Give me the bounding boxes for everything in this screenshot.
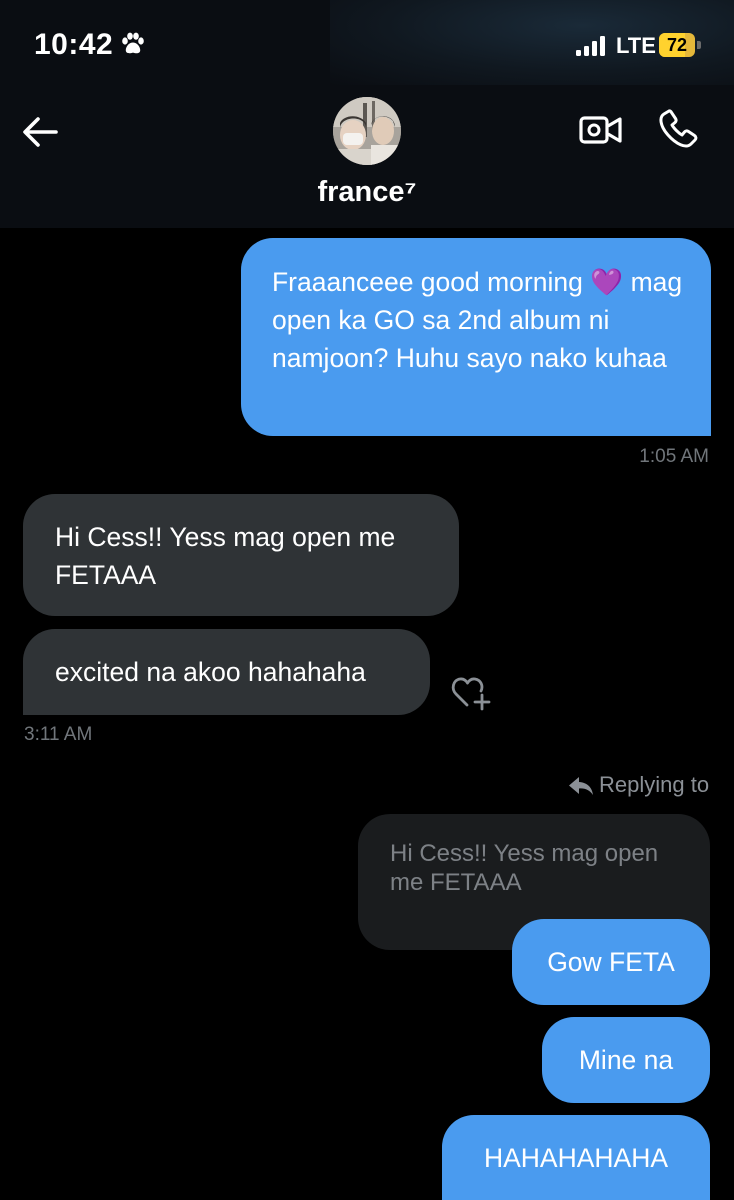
message-bubble-outgoing[interactable]: Mine na (542, 1017, 710, 1103)
message-text: Hi Cess!! Yess mag open me FETAAA (55, 522, 396, 590)
message-timestamp: 3:11 AM (24, 724, 93, 745)
back-arrow-icon[interactable] (18, 110, 62, 154)
reply-arrow-icon (569, 777, 593, 795)
message-bubble-incoming[interactable]: excited na akoo hahahaha (23, 629, 430, 715)
conversation-header: france⁷ (0, 90, 734, 228)
message-bubble-outgoing[interactable]: HAHAHAHAHA (442, 1115, 710, 1200)
battery-cap (697, 41, 701, 49)
add-reaction-heart-icon[interactable] (450, 672, 492, 712)
network-type-label: LTE (616, 33, 656, 58)
message-text: excited na akoo hahahaha (55, 657, 366, 687)
battery-indicator: 72 (659, 33, 703, 57)
video-camera-icon[interactable] (578, 110, 624, 150)
avatar-image (333, 97, 401, 165)
message-text: Gow FETA (547, 947, 675, 977)
contact-name[interactable]: france⁷ (0, 176, 734, 209)
phone-icon[interactable] (655, 106, 701, 152)
message-bubble-incoming[interactable]: Hi Cess!! Yess mag open me FETAAA (23, 494, 459, 616)
message-bubble-outgoing[interactable]: Gow FETA (512, 919, 710, 1005)
battery-body: 72 (659, 33, 695, 57)
quoted-message-text: Hi Cess!! Yess mag open me FETAAA (390, 840, 659, 896)
paw-icon (122, 32, 144, 54)
message-bubble-outgoing[interactable]: Fraaanceee good morning 💜 mag open ka GO… (241, 238, 711, 436)
message-text: Fraaanceee good morning 💜 mag open ka GO… (272, 267, 683, 373)
battery-percentage: 72 (666, 35, 688, 55)
message-text: HAHAHAHAHA (483, 1143, 669, 1173)
status-bar: 10:42 LTE 72 (0, 0, 734, 90)
message-timestamp: 1:05 AM (639, 446, 709, 467)
message-text: Mine na (578, 1045, 674, 1075)
status-time: 10:42 (34, 28, 114, 61)
contact-avatar[interactable] (333, 97, 401, 165)
signal-bars-icon (576, 36, 605, 56)
replying-to-text: Replying to (599, 772, 710, 797)
